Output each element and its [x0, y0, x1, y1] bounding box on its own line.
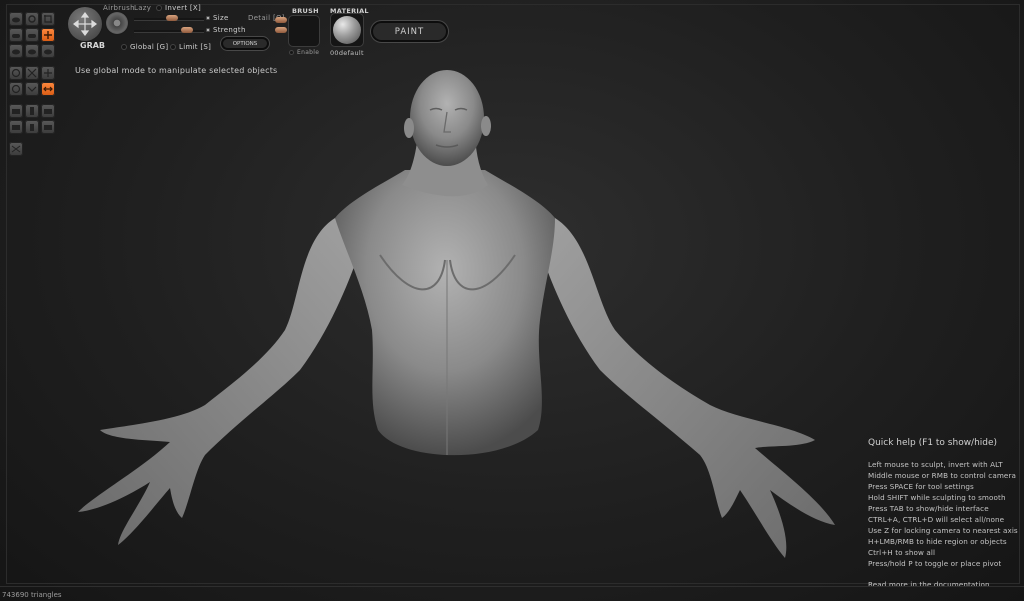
status-bar-divider	[0, 586, 1024, 587]
documentation-link[interactable]: Read more in the documentation	[868, 580, 990, 589]
quick-help-line: CTRL+A, CTRL+D will select all/none	[868, 515, 1005, 524]
quick-help-line: H+LMB/RMB to hide region or objects	[868, 537, 1007, 546]
quick-help-line: Press SPACE for tool settings	[868, 482, 974, 491]
quick-help-line: Middle mouse or RMB to control camera	[868, 471, 1017, 480]
triangle-count: 743690 triangles	[2, 591, 62, 599]
quick-help-line: Hold SHIFT while sculpting to smooth	[868, 493, 1006, 502]
quick-help-line: Ctrl+H to show all	[868, 548, 936, 557]
quick-help-line: Press TAB to show/hide interface	[868, 504, 989, 513]
model-body	[78, 70, 835, 558]
quick-help-line: Left mouse to sculpt, invert with ALT	[868, 460, 1003, 469]
quick-help-title: Quick help (F1 to show/hide)	[868, 438, 998, 448]
quick-help-line: Press/hold P to toggle or place pivot	[868, 559, 1002, 568]
quick-help-line: Use Z for locking camera to nearest axis	[868, 526, 1018, 535]
